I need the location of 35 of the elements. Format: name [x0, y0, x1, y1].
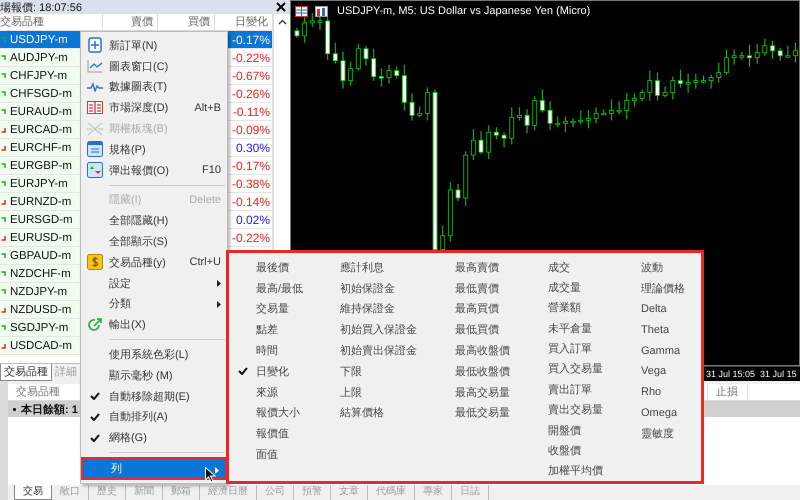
symbol-name: NZDCHF-m	[10, 268, 71, 280]
symbol-name: CHFJPY-m	[10, 70, 68, 82]
daily-change: 0.02%	[236, 212, 270, 226]
daily-change: -0.67%	[232, 68, 270, 82]
daily-change: -0.22%	[232, 50, 270, 64]
daily-change: 0.30%	[236, 140, 270, 154]
symbol-name: NZDUSD-m	[10, 304, 72, 316]
symbol-name: EURJPY-m	[10, 178, 68, 190]
daily-change: -0.17%	[232, 158, 270, 172]
symbol-name: EURGBP-m	[10, 160, 72, 172]
daily-change: -0.09%	[232, 122, 270, 136]
daily-change: -0.22%	[232, 230, 270, 244]
panel-title: 場報價: 18:07:56	[0, 0, 82, 14]
symbol-name: USDCAD-m	[10, 340, 72, 352]
symbol-name: USDJPY-m	[10, 34, 68, 46]
symbol-name: AUDJPY-m	[10, 52, 68, 64]
daily-change: -0.11%	[232, 104, 270, 118]
daily-change: -0.26%	[232, 86, 270, 100]
symbol-name: EURSGD-m	[10, 214, 73, 226]
time-label: 31 Jul 15:05	[706, 368, 756, 381]
symbol-name: CHFSGD-m	[10, 88, 72, 100]
symbol-name: EURAUD-m	[10, 106, 72, 118]
symbol-name: SGDJPY-m	[10, 322, 68, 334]
symbol-name: NZDJPY-m	[10, 286, 68, 298]
daily-change: -0.17%	[232, 32, 270, 46]
balance-text: 本日餘額: 1	[21, 402, 78, 416]
symbol-name: GBPAUD-m	[10, 250, 72, 262]
symbol-name: EURCAD-m	[10, 124, 72, 136]
symbol-name: EURNZD-m	[10, 196, 72, 208]
daily-change: -0.38%	[232, 176, 270, 190]
time-label: 31 Jul 15	[760, 368, 797, 381]
symbol-name: EURUSD-m	[10, 232, 72, 244]
symbol-name: EURCHF-m	[10, 142, 72, 154]
chart-title: USDJPY-m, M5: US Dollar vs Japanese Yen (Micro)	[337, 5, 590, 17]
daily-change: -0.14%	[232, 194, 270, 208]
